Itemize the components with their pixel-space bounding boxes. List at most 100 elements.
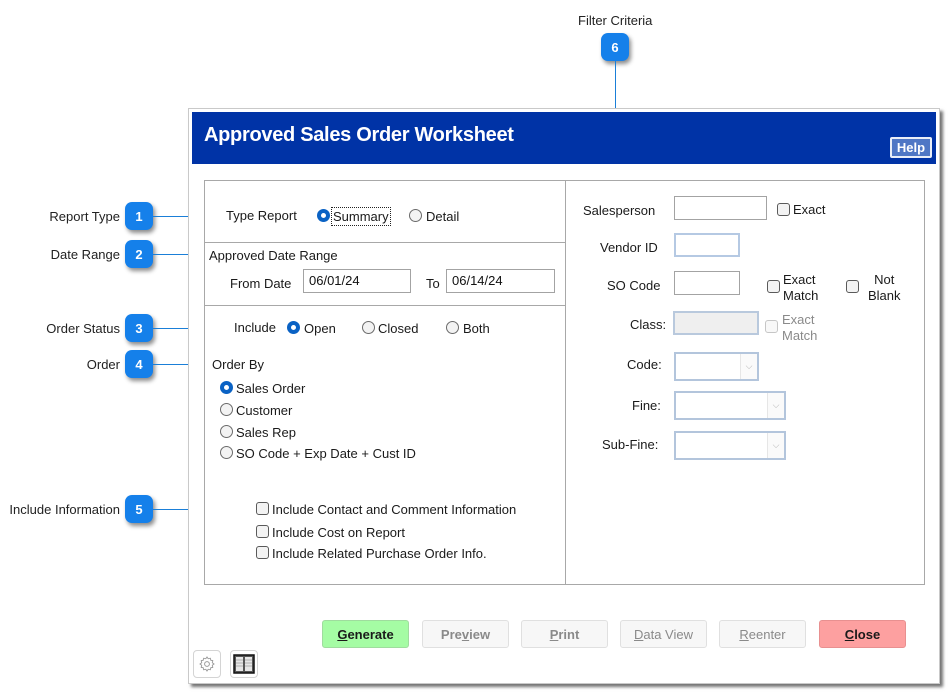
checkbox[interactable] <box>777 203 790 216</box>
checkbox[interactable] <box>256 525 269 538</box>
callout-badge: 5 <box>125 495 153 523</box>
chevron-down-icon[interactable]: ⌵ <box>767 393 784 418</box>
book-icon <box>233 654 255 674</box>
btn-text: ata View <box>643 626 694 642</box>
date-range-heading: Approved Date Range <box>209 248 338 263</box>
vendor-id-label: Vendor ID <box>600 240 658 255</box>
report-window: Approved Sales Order Worksheet Help Type… <box>188 108 940 684</box>
checkbox[interactable] <box>767 280 780 293</box>
btn-text: Pre <box>440 626 462 642</box>
checkbox-label[interactable]: Include Related Purchase Order Info. <box>272 546 487 561</box>
radio-label[interactable]: Detail <box>426 209 459 224</box>
settings-button[interactable] <box>193 650 221 678</box>
chevron-down-icon[interactable]: ⌵ <box>767 433 784 458</box>
checkbox[interactable] <box>256 546 269 559</box>
sub-fine-label: Sub-Fine: <box>602 437 659 452</box>
callout-badge: 2 <box>125 240 153 268</box>
radio-button[interactable] <box>287 321 300 334</box>
btn-accel-key: C <box>844 626 855 642</box>
vendor-id-input[interactable] <box>674 233 740 257</box>
layout-button[interactable] <box>230 650 258 678</box>
btn-accel-key: v <box>461 626 470 642</box>
radio-button[interactable] <box>446 321 459 334</box>
checkbox[interactable] <box>846 280 859 293</box>
data-view-button[interactable]: Data View <box>620 620 707 648</box>
chevron-down-icon[interactable]: ⌵ <box>740 354 757 379</box>
radio-label[interactable]: Open <box>304 321 336 336</box>
btn-text: iew <box>469 626 491 642</box>
from-date-label: From Date <box>230 276 292 291</box>
order-by-heading: Order By <box>212 357 265 372</box>
callout-badge: 6 <box>601 33 629 61</box>
radio-label[interactable]: SO Code + Exp Date + Cust ID <box>236 446 416 461</box>
callout-label: Order <box>86 357 120 372</box>
radio-button[interactable] <box>317 209 330 222</box>
btn-text: eenter <box>748 626 786 642</box>
include-label: Include <box>234 320 276 335</box>
radio-label[interactable]: Sales Rep <box>236 425 296 440</box>
checkbox-label[interactable]: Include Cost on Report <box>272 525 405 540</box>
to-date-label: To <box>426 276 440 291</box>
label-line: Exact <box>783 272 816 287</box>
radio-label[interactable]: Customer <box>236 403 292 418</box>
so-code-label: SO Code <box>607 278 661 293</box>
radio-button[interactable] <box>220 425 233 438</box>
to-date-input[interactable]: 06/14/24 <box>446 269 555 293</box>
preview-button[interactable]: Pre v iew <box>422 620 509 648</box>
salesperson-label: Salesperson <box>583 203 656 218</box>
radio-label[interactable]: Both <box>463 321 490 336</box>
radio-button[interactable] <box>220 381 233 394</box>
label-line: Match <box>782 328 818 343</box>
checkbox-label[interactable]: Exact Match <box>782 312 817 344</box>
callout-label: Report Type <box>49 209 120 224</box>
radio-label[interactable]: Closed <box>378 321 418 336</box>
callout-badge: 4 <box>125 350 153 378</box>
btn-text: rint <box>558 626 580 642</box>
checkbox[interactable] <box>256 502 269 515</box>
so-code-input[interactable] <box>674 271 740 295</box>
title-bar: Approved Sales Order Worksheet Help <box>192 112 936 164</box>
radio-label[interactable]: Summary <box>331 207 391 226</box>
callout-label: Include Information <box>9 502 120 517</box>
filter-criteria-panel: Salesperson Exact Vendor ID SO Code Exac… <box>565 180 925 585</box>
checkbox-label[interactable]: Not Blank <box>868 272 901 304</box>
radio-button[interactable] <box>409 209 422 222</box>
reenter-button[interactable]: Reenter <box>719 620 806 648</box>
divider <box>205 305 565 306</box>
btn-accel-key: G <box>337 626 348 642</box>
checkbox[interactable] <box>765 320 778 333</box>
code-select[interactable]: ⌵ <box>674 352 759 381</box>
btn-accel-key: D <box>633 626 644 642</box>
label-line: Not <box>874 272 895 287</box>
btn-text: enerate <box>347 626 394 642</box>
label-line: Exact <box>782 312 815 327</box>
callout-label: Order Status <box>46 321 120 336</box>
btn-text: lose <box>854 626 881 642</box>
fine-label: Fine: <box>632 398 661 413</box>
type-report-label: Type Report <box>226 208 297 223</box>
code-label: Code: <box>627 357 662 372</box>
checkbox-label[interactable]: Exact <box>793 202 826 217</box>
print-button[interactable]: Print <box>521 620 608 648</box>
fine-select[interactable]: ⌵ <box>674 391 786 420</box>
window-title: Approved Sales Order Worksheet <box>204 124 514 146</box>
callout-label: Filter Criteria <box>578 13 653 28</box>
from-date-input[interactable]: 06/01/24 <box>303 269 411 293</box>
radio-button[interactable] <box>220 403 233 416</box>
gear-icon <box>199 656 215 672</box>
class-input[interactable] <box>673 311 759 335</box>
callout-badge: 3 <box>125 314 153 342</box>
label-line: Match <box>783 288 819 303</box>
generate-button[interactable]: Generate <box>322 620 409 648</box>
help-button[interactable]: Help <box>890 137 932 158</box>
radio-button[interactable] <box>220 446 233 459</box>
salesperson-input[interactable] <box>674 196 767 220</box>
class-label: Class: <box>630 317 667 332</box>
close-button[interactable]: Close <box>819 620 906 648</box>
btn-accel-key: R <box>739 626 749 642</box>
radio-label[interactable]: Sales Order <box>236 381 305 396</box>
radio-button[interactable] <box>362 321 375 334</box>
sub-fine-select[interactable]: ⌵ <box>674 431 786 460</box>
checkbox-label[interactable]: Exact Match <box>783 272 818 304</box>
checkbox-label[interactable]: Include Contact and Comment Information <box>272 502 516 517</box>
